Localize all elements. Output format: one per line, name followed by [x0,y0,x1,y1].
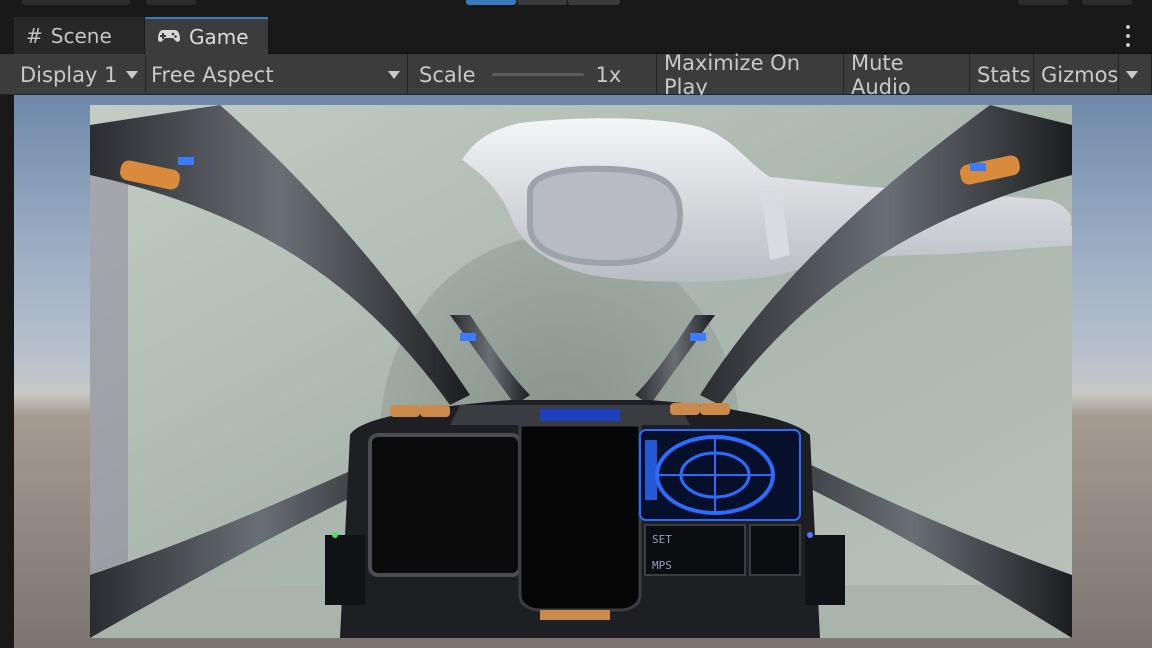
tab-scene[interactable]: # Scene [14,17,144,54]
tab-game-label: Game [189,24,249,49]
chevron-down-icon [1126,71,1138,79]
play-button-edge[interactable] [466,0,516,5]
cockpit-scene: SET MPS [90,105,1072,638]
display-dropdown[interactable]: Display 1 [14,54,146,95]
stats-button[interactable]: Stats [971,54,1034,95]
more-options-icon[interactable] [1118,22,1138,50]
panel-edge [0,95,14,648]
mute-audio-label: Mute Audio [851,50,911,99]
maximize-on-play-button[interactable]: Maximize On Play [658,51,844,99]
tab-game[interactable]: Game [145,17,268,54]
gizmos-label: Gizmos [1041,62,1119,87]
scale-control: Scale 1x [409,54,657,95]
game-camera-render: SET MPS [90,105,1072,638]
hash-icon: # [26,23,43,48]
gamepad-icon [157,25,181,49]
window-tab-bar: # Scene Game [0,14,1152,54]
stats-label: Stats [977,62,1031,87]
toolbar-block [1018,0,1068,5]
toolbar-block [146,0,196,5]
game-view-toolbar: Display 1 Free Aspect Scale 1x Maximize … [0,51,1152,99]
display-dropdown-value: Display 1 [20,62,118,87]
gizmos-dropdown[interactable] [1120,54,1152,95]
chevron-down-icon [388,71,400,79]
tab-scene-label: Scene [50,23,112,48]
game-viewport[interactable]: SET MPS [14,95,1152,648]
scale-value: 1x [595,62,622,87]
cockpit-dashboard: SET MPS [325,400,845,638]
scale-slider[interactable] [491,73,584,76]
aspect-dropdown[interactable]: Free Aspect [147,54,408,95]
scale-label: Scale [419,62,476,87]
hud-set-label: SET [652,533,672,546]
toolbar-block [22,0,130,5]
mute-audio-button[interactable]: Mute Audio [845,51,970,99]
step-button-edge[interactable] [568,0,620,5]
main-toolbar-edge [0,0,1152,14]
maximize-on-play-label: Maximize On Play [664,50,800,99]
hud-mps-label: MPS [652,559,672,572]
gizmos-button[interactable]: Gizmos [1035,54,1119,95]
toolbar-block [1082,0,1132,5]
pause-button-edge[interactable] [517,0,567,5]
chevron-down-icon [126,71,138,79]
aspect-dropdown-value: Free Aspect [151,62,274,87]
